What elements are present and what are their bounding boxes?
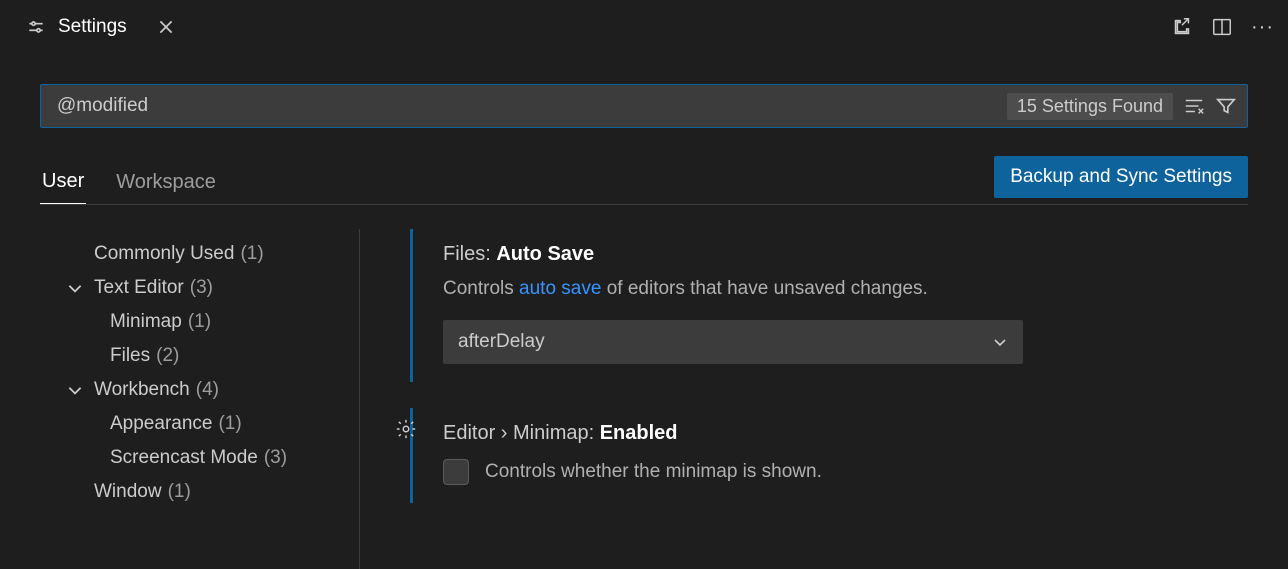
settings-search: 15 Settings Found [40, 84, 1248, 128]
toc-count: (2) [156, 345, 179, 367]
toc-count: (3) [264, 447, 287, 469]
toc-label: Text Editor [94, 277, 184, 299]
search-input[interactable] [57, 95, 1007, 117]
close-icon[interactable] [157, 18, 175, 36]
more-actions-icon[interactable]: ··· [1251, 16, 1274, 39]
toc-text-editor[interactable]: Text Editor (3) [40, 271, 349, 305]
toc-label: Screencast Mode [110, 447, 258, 469]
open-file-icon[interactable] [1171, 16, 1193, 38]
toc-count: (1) [240, 243, 263, 265]
editor-titlebar: Settings ··· [0, 0, 1288, 54]
settings-toc: Commonly Used (1) Text Editor (3) Minima… [40, 229, 360, 569]
tab-workspace[interactable]: Workspace [114, 171, 218, 204]
clear-search-icon[interactable] [1183, 95, 1205, 117]
auto-save-link[interactable]: auto save [519, 278, 601, 299]
setting-editor-minimap-enabled: Editor › Minimap: Enabled Controls wheth… [410, 408, 1248, 503]
minimap-enabled-checkbox[interactable] [443, 459, 469, 485]
split-editor-icon[interactable] [1211, 16, 1233, 38]
results-count-badge: 15 Settings Found [1007, 93, 1173, 120]
toc-count: (1) [168, 481, 191, 503]
toc-label: Window [94, 481, 162, 503]
toc-window[interactable]: Window (1) [40, 475, 349, 509]
toc-count: (3) [190, 277, 213, 299]
toc-files[interactable]: Files (2) [40, 339, 349, 373]
settings-tab[interactable]: Settings [14, 0, 187, 54]
scope-tabs: User Workspace Backup and Sync Settings [40, 156, 1248, 205]
titlebar-actions: ··· [1171, 16, 1274, 39]
toc-label: Minimap [110, 311, 182, 333]
chevron-down-icon [66, 279, 84, 297]
toc-label: Workbench [94, 379, 190, 401]
toc-minimap[interactable]: Minimap (1) [40, 305, 349, 339]
toc-label: Appearance [110, 413, 212, 435]
setting-description: Controls auto save of editors that have … [443, 278, 1248, 300]
filter-icon[interactable] [1215, 95, 1237, 117]
setting-files-auto-save: Files: Auto Save Controls auto save of e… [410, 229, 1248, 382]
toc-appearance[interactable]: Appearance (1) [40, 407, 349, 441]
toc-count: (1) [218, 413, 241, 435]
setting-title: Editor › Minimap: Enabled [443, 422, 1248, 445]
toc-workbench[interactable]: Workbench (4) [40, 373, 349, 407]
toc-commonly-used[interactable]: Commonly Used (1) [40, 237, 349, 271]
chevron-down-icon [992, 334, 1008, 350]
setting-title: Files: Auto Save [443, 243, 1248, 266]
backup-sync-button[interactable]: Backup and Sync Settings [994, 156, 1248, 198]
chevron-down-icon [66, 381, 84, 399]
tab-title: Settings [58, 16, 127, 38]
toc-label: Files [110, 345, 150, 367]
toc-count: (4) [196, 379, 219, 401]
setting-description: Controls whether the minimap is shown. [485, 461, 822, 483]
settings-sliders-icon [26, 17, 46, 37]
gear-icon[interactable] [395, 418, 417, 440]
settings-list: Files: Auto Save Controls auto save of e… [360, 229, 1248, 569]
select-value: afterDelay [458, 331, 545, 353]
auto-save-select[interactable]: afterDelay [443, 320, 1023, 364]
toc-count: (1) [188, 311, 211, 333]
toc-label: Commonly Used [94, 243, 234, 265]
tab-user[interactable]: User [40, 170, 86, 204]
toc-screencast-mode[interactable]: Screencast Mode (3) [40, 441, 349, 475]
